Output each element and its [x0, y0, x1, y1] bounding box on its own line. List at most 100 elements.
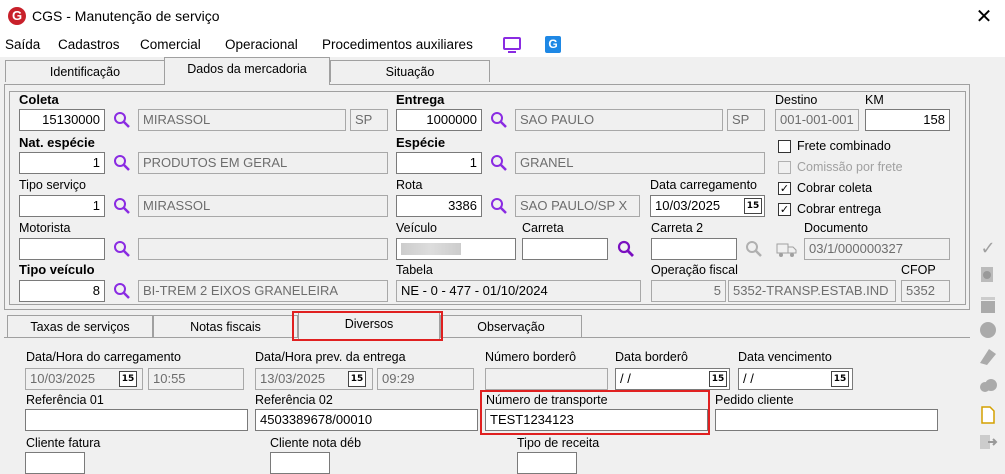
rota-search-icon[interactable]: [490, 197, 508, 215]
nat-especie-code-field[interactable]: 1: [19, 152, 105, 174]
veiculo-blurred-value: [401, 243, 461, 255]
referencia-01-label: Referência 01: [26, 393, 104, 407]
carreta2-field[interactable]: [651, 238, 737, 260]
especie-code-field[interactable]: 1: [396, 152, 482, 174]
operacao-fiscal-label: Operação fiscal: [651, 263, 738, 277]
menu-comercial[interactable]: Comercial: [140, 37, 201, 52]
cobrar-entrega-checkbox[interactable]: ✓: [778, 203, 791, 216]
coleta-search-icon[interactable]: [113, 111, 131, 129]
tipo-veiculo-code-field[interactable]: 8: [19, 280, 105, 302]
especie-search-icon[interactable]: [490, 154, 508, 172]
tab-dados-mercadoria[interactable]: Dados da mercadoria: [164, 57, 330, 85]
menu-saida[interactable]: Saída: [5, 37, 40, 52]
tipo-servico-search-icon[interactable]: [113, 197, 131, 215]
referencia-02-label: Referência 02: [255, 393, 333, 407]
window-title: CGS - Manutenção de serviço: [32, 8, 220, 24]
tabela-field: NE - 0 - 477 - 01/10/2024: [396, 280, 641, 302]
entrega-search-icon[interactable]: [490, 111, 508, 129]
entrega-city-field: SAO PAULO: [515, 109, 723, 131]
tipo-receita-label: Tipo de receita: [517, 436, 600, 450]
cliente-nota-deb-label: Cliente nota déb: [270, 436, 362, 450]
tipo-veiculo-search-icon[interactable]: [113, 282, 131, 300]
hora-carregamento-field: 10:55: [148, 368, 244, 390]
tipo-servico-code-field[interactable]: 1: [19, 195, 105, 217]
menu-cadastros[interactable]: Cadastros: [58, 37, 120, 52]
km-field[interactable]: 158: [865, 109, 950, 131]
numero-bordero-label: Número borderô: [485, 350, 577, 364]
record-icon[interactable]: [977, 320, 999, 340]
close-icon[interactable]: ✕: [972, 4, 996, 28]
tab-identificacao[interactable]: Identificação: [5, 60, 165, 82]
carreta2-label: Carreta 2: [651, 221, 704, 235]
new-document-icon[interactable]: [977, 405, 999, 425]
confirm-icon[interactable]: ✓: [977, 238, 999, 259]
motorista-desc-field: [138, 238, 388, 260]
cobrar-coleta-checkbox[interactable]: ✓: [778, 182, 791, 195]
tab-situacao[interactable]: Situação: [330, 60, 490, 82]
subtab-taxas-servicos[interactable]: Taxas de serviços: [7, 315, 153, 337]
g-app-icon[interactable]: G: [545, 36, 561, 53]
menu-procedimentos-auxiliares[interactable]: Procedimentos auxiliares: [322, 37, 473, 52]
veiculo-field[interactable]: [396, 238, 516, 260]
truck-icon: [776, 243, 797, 257]
data-prev-entrega-calendar-icon: 15: [348, 371, 366, 387]
entrega-code-field[interactable]: 1000000: [396, 109, 482, 131]
tipo-servico-label: Tipo serviço: [19, 178, 86, 192]
entrega-uf-field: SP: [727, 109, 765, 131]
tipo-servico-desc-field: MIRASSOL: [138, 195, 388, 217]
tipo-receita-field[interactable]: [517, 452, 577, 474]
cfop-field: 5352: [901, 280, 950, 302]
destino-label: Destino: [775, 93, 818, 107]
numero-bordero-field: [485, 368, 608, 390]
especie-label: Espécie: [396, 135, 446, 150]
frete-combinado-label: Frete combinado: [797, 139, 891, 153]
nat-especie-desc-field: PRODUTOS EM GERAL: [138, 152, 388, 174]
referencia-01-field[interactable]: [25, 409, 248, 431]
tabela-label: Tabela: [396, 263, 433, 277]
tipo-veiculo-label: Tipo veículo: [19, 262, 95, 277]
data-carregamento-label: Data carregamento: [650, 178, 758, 192]
especie-desc-field: GRANEL: [515, 152, 765, 174]
subtab-observacao[interactable]: Observação: [440, 315, 582, 337]
monitor-icon[interactable]: [503, 37, 521, 50]
nat-especie-search-icon[interactable]: [113, 154, 131, 172]
motorista-label: Motorista: [19, 221, 71, 235]
monitor-stand-icon: [508, 51, 516, 53]
pedido-cliente-field[interactable]: [715, 409, 938, 431]
cliente-fatura-field[interactable]: [25, 452, 85, 474]
data-hora-carregamento-label: Data/Hora do carregamento: [26, 350, 181, 364]
tag-icon[interactable]: [977, 346, 999, 366]
cfop-label: CFOP: [901, 263, 936, 277]
motorista-code-field[interactable]: [19, 238, 105, 260]
data-carregamento-date-calendar-icon: 15: [119, 371, 137, 387]
comissao-frete-label: Comissão por frete: [797, 160, 903, 174]
operacao-fiscal-code-field: 5: [651, 280, 726, 302]
operacao-fiscal-desc-field: 5352-TRANSP.ESTAB.IND: [728, 280, 896, 302]
diversos-highlight: [292, 311, 443, 341]
comissao-frete-checkbox: [778, 161, 791, 174]
document-edit-icon[interactable]: [977, 265, 999, 285]
subtab-notas-fiscais[interactable]: Notas fiscais: [153, 315, 298, 337]
coleta-code-field[interactable]: 15130000: [19, 109, 105, 131]
nat-especie-label: Nat. espécie: [19, 135, 95, 150]
carreta-search-icon[interactable]: [617, 240, 635, 258]
export-icon[interactable]: [977, 432, 999, 452]
frete-combinado-checkbox[interactable]: [778, 140, 791, 153]
data-carregamento-calendar-icon[interactable]: 15: [744, 198, 762, 214]
referencia-02-field[interactable]: 4503389678/00010: [255, 409, 478, 431]
documento-label: Documento: [804, 221, 868, 235]
carreta2-search-icon: [746, 241, 762, 257]
rota-code-field[interactable]: 3386: [396, 195, 482, 217]
coleta-city-field: MIRASSOL: [138, 109, 346, 131]
menu-operacional[interactable]: Operacional: [225, 37, 298, 52]
km-label: KM: [865, 93, 884, 107]
data-vencimento-label: Data vencimento: [738, 350, 832, 364]
cloud-icon[interactable]: [977, 376, 999, 396]
ciot-icon[interactable]: [977, 295, 999, 315]
data-vencimento-calendar-icon[interactable]: 15: [831, 371, 849, 387]
cliente-nota-deb-field[interactable]: [270, 452, 330, 474]
motorista-search-icon[interactable]: [113, 240, 131, 258]
numero-transporte-highlight: [480, 390, 710, 435]
data-bordero-calendar-icon[interactable]: 15: [709, 371, 727, 387]
carreta-field[interactable]: [522, 238, 608, 260]
